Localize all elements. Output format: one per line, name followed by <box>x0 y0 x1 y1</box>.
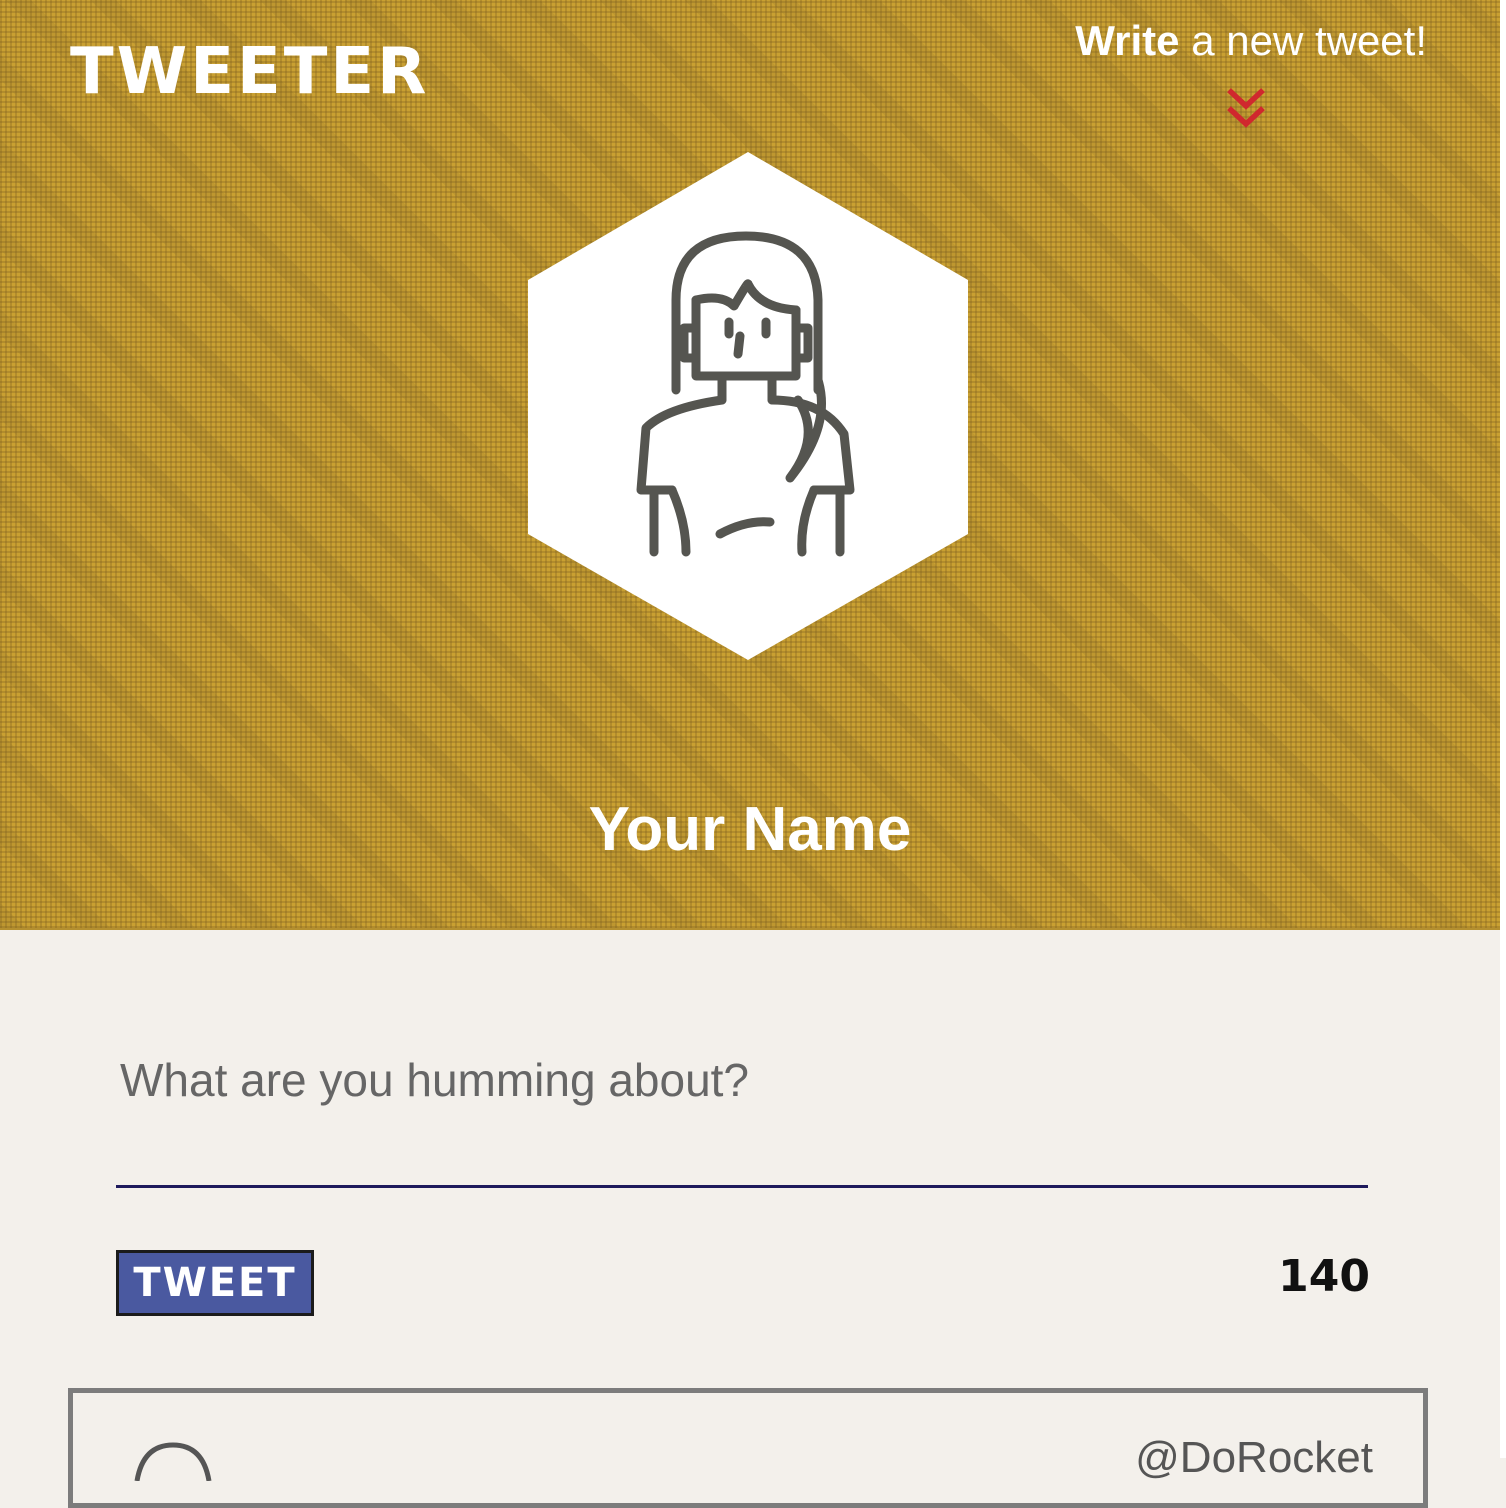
profile-name: Your Name <box>588 795 912 864</box>
character-counter: 140 <box>1278 1251 1370 1302</box>
chevron-double-down-icon[interactable] <box>1226 86 1266 132</box>
compose-link-bold: Write <box>1075 17 1180 64</box>
user-avatar-icon <box>134 1442 212 1481</box>
compose-link-text: a new tweet! <box>1179 17 1427 64</box>
profile-header: TWEETER Write a new tweet! Your Name <box>0 0 1500 930</box>
page-edge <box>1500 0 1506 1458</box>
tweet-handle: @DoRocket <box>1135 1433 1373 1482</box>
app-logo[interactable]: TWEETER <box>70 36 429 108</box>
tweet-submit-button[interactable]: TWEET <box>116 1250 314 1316</box>
tweet-input[interactable] <box>116 1040 1368 1188</box>
tweet-card: @DoRocket <box>68 1388 1428 1508</box>
woman-avatar-icon <box>528 152 968 660</box>
write-new-tweet-link[interactable]: Write a new tweet! <box>1062 14 1427 68</box>
